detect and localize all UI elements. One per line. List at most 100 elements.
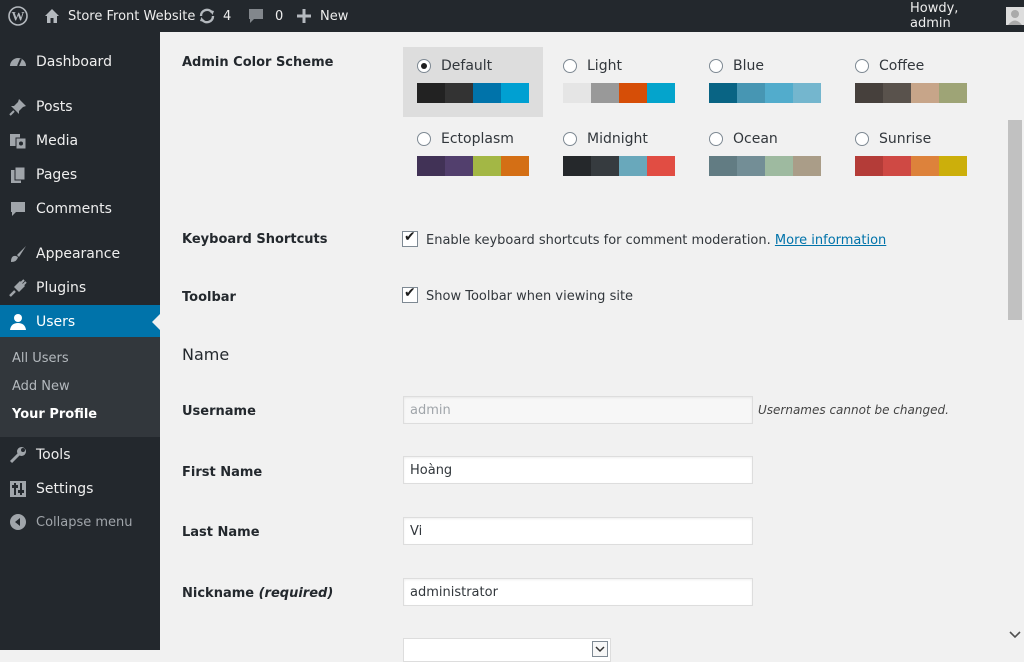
color-scheme-option[interactable]: Light: [549, 47, 689, 117]
menu-posts[interactable]: Posts: [0, 90, 160, 124]
color-swatch: [939, 83, 967, 103]
menu-users[interactable]: Users: [0, 305, 160, 339]
scrollbar-thumb[interactable]: [1008, 120, 1022, 320]
media-icon: [9, 132, 27, 150]
keyboard-shortcuts-label: Keyboard Shortcuts: [182, 232, 328, 247]
toolbar-checkbox[interactable]: [402, 285, 418, 303]
color-scheme-radio[interactable]: [563, 132, 577, 146]
username-description: Usernames cannot be changed.: [758, 403, 949, 417]
comment-icon: [9, 200, 27, 218]
menu-appearance[interactable]: Appearance: [0, 237, 160, 271]
first-name-field[interactable]: [403, 456, 753, 484]
collapse-menu-button[interactable]: Collapse menu: [0, 505, 160, 539]
color-scheme-radio[interactable]: [417, 132, 431, 146]
color-scheme-swatches: [563, 156, 675, 176]
color-swatch: [939, 156, 967, 176]
dashboard-icon: [9, 53, 27, 71]
new-content-link[interactable]: New: [296, 0, 348, 32]
color-scheme-option[interactable]: Midnight: [549, 120, 689, 190]
color-swatch: [417, 83, 445, 103]
site-name-link[interactable]: Store Front Website: [44, 0, 195, 32]
color-swatch: [473, 83, 501, 103]
my-account-link[interactable]: Howdy, admin: [910, 0, 1024, 32]
color-scheme-option[interactable]: Default: [403, 47, 543, 117]
color-scheme-option[interactable]: Sunrise: [841, 120, 981, 190]
active-menu-arrow: [152, 314, 160, 330]
color-scheme-option[interactable]: Blue: [695, 47, 835, 117]
nickname-field[interactable]: [403, 578, 753, 606]
color-scheme-radio[interactable]: [855, 59, 869, 73]
first-name-label: First Name: [182, 465, 263, 480]
color-scheme-name: Default: [441, 58, 493, 74]
menu-comments[interactable]: Comments: [0, 192, 160, 226]
updates-link[interactable]: 4: [198, 0, 231, 32]
color-scheme-radio[interactable]: [855, 132, 869, 146]
submenu-your-profile[interactable]: Your Profile: [12, 407, 97, 422]
comments-count: 0: [275, 8, 284, 24]
color-swatch: [619, 156, 647, 176]
color-swatch: [765, 156, 793, 176]
menu-label: Appearance: [36, 246, 121, 262]
color-scheme-swatches: [709, 83, 821, 103]
more-information-link[interactable]: More information: [775, 233, 886, 248]
menu-dashboard[interactable]: Dashboard: [0, 45, 160, 79]
color-scheme-radio[interactable]: [709, 132, 723, 146]
color-swatch: [563, 83, 591, 103]
display-name-select[interactable]: [403, 638, 611, 662]
comments-link[interactable]: 0: [247, 0, 283, 32]
submenu-add-new[interactable]: Add New: [12, 379, 70, 394]
comment-bubble-icon: [247, 8, 265, 24]
color-scheme-swatches: [417, 83, 529, 103]
last-name-label: Last Name: [182, 525, 260, 540]
menu-pages[interactable]: Pages: [0, 158, 160, 192]
color-scheme-radio[interactable]: [563, 59, 577, 73]
scroll-down-arrow-icon[interactable]: [1009, 628, 1021, 639]
username-label: Username: [182, 404, 256, 419]
svg-text:W: W: [12, 9, 25, 24]
color-scheme-option[interactable]: Ocean: [695, 120, 835, 190]
pages-icon: [9, 166, 27, 184]
plugin-icon: [9, 279, 27, 297]
color-scheme-swatches: [417, 156, 529, 176]
wordpress-logo-icon[interactable]: W: [8, 0, 28, 32]
menu-label: Users: [36, 314, 76, 330]
menu-label: Dashboard: [36, 54, 112, 70]
menu-settings[interactable]: Settings: [0, 472, 160, 506]
menu-label: Plugins: [36, 280, 87, 296]
username-field[interactable]: [403, 396, 753, 424]
settings-icon: [9, 480, 27, 498]
admin-sidebar: Dashboard Posts Media Pages Comments App…: [0, 32, 160, 650]
keyboard-shortcuts-text-wrap: Enable keyboard shortcuts for comment mo…: [426, 233, 886, 248]
wrench-icon: [9, 446, 27, 464]
color-swatch: [501, 83, 529, 103]
admin-color-scheme-label: Admin Color Scheme: [182, 55, 334, 70]
color-swatch: [709, 83, 737, 103]
color-swatch: [855, 156, 883, 176]
nickname-required-note: (required): [258, 586, 334, 601]
color-scheme-name: Ocean: [733, 131, 778, 147]
color-scheme-name: Ectoplasm: [441, 131, 514, 147]
keyboard-shortcuts-checkbox[interactable]: [402, 229, 418, 247]
color-swatch: [647, 83, 675, 103]
last-name-field[interactable]: [403, 517, 753, 545]
menu-plugins[interactable]: Plugins: [0, 271, 160, 305]
menu-media[interactable]: Media: [0, 124, 160, 158]
home-icon: [44, 8, 60, 24]
color-swatch: [501, 156, 529, 176]
submenu-all-users[interactable]: All Users: [12, 351, 69, 366]
updates-count: 4: [223, 8, 232, 24]
menu-label: Posts: [36, 99, 73, 115]
pushpin-icon: [9, 98, 27, 116]
color-swatch: [563, 156, 591, 176]
menu-label: Settings: [36, 481, 94, 497]
color-scheme-radio[interactable]: [709, 59, 723, 73]
color-swatch: [417, 156, 445, 176]
color-swatch: [911, 156, 939, 176]
menu-label: Tools: [36, 447, 71, 463]
color-swatch: [709, 156, 737, 176]
color-scheme-option[interactable]: Coffee: [841, 47, 981, 117]
color-scheme-radio[interactable]: [417, 59, 431, 73]
page-scrollbar[interactable]: [1006, 32, 1024, 650]
menu-tools[interactable]: Tools: [0, 438, 160, 472]
color-scheme-option[interactable]: Ectoplasm: [403, 120, 543, 190]
